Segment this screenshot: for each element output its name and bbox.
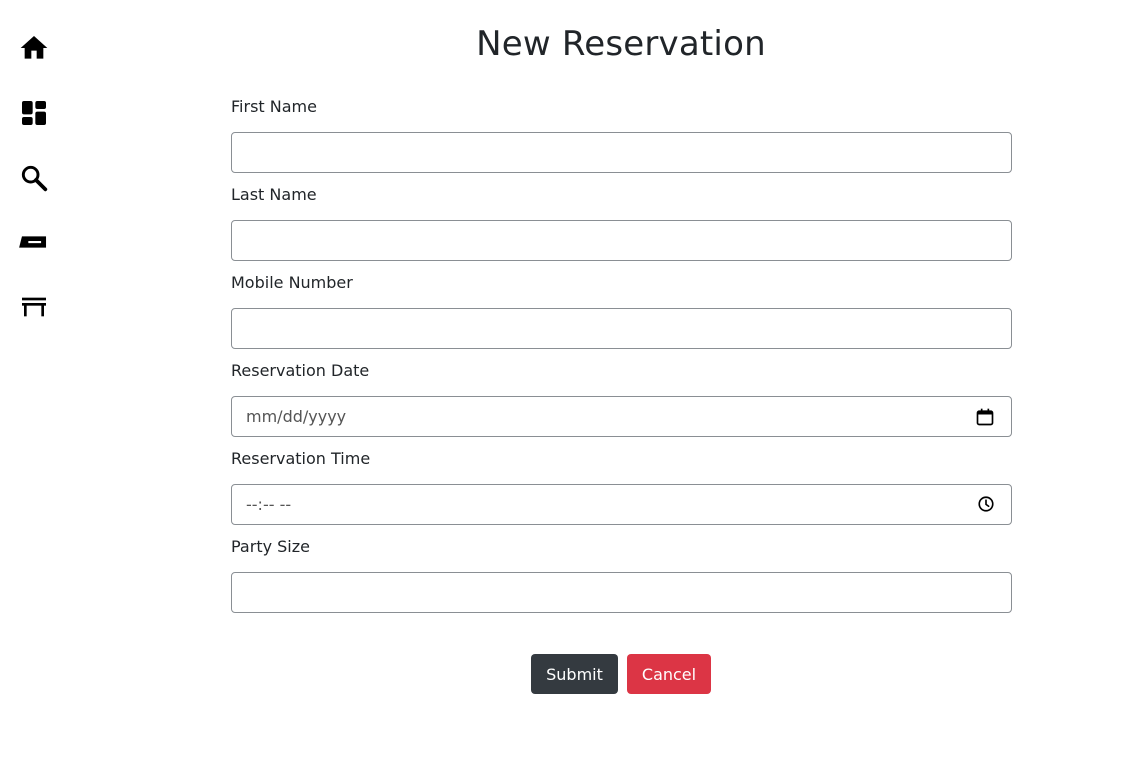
reservation-time-placeholder: --:-- -- xyxy=(246,495,292,514)
reservation-time-input[interactable]: --:-- -- xyxy=(231,484,1012,525)
party-size-label: Party Size xyxy=(231,537,310,556)
party-size-input[interactable] xyxy=(231,572,1012,613)
submit-button[interactable]: Submit xyxy=(531,654,618,694)
cancel-button[interactable]: Cancel xyxy=(627,654,711,694)
ticket-icon xyxy=(19,236,47,248)
page-title: New Reservation xyxy=(476,24,766,64)
reservation-date-placeholder: mm/dd/yyyy xyxy=(246,407,347,426)
reservation-date-input[interactable]: mm/dd/yyyy xyxy=(231,396,1012,437)
sidebar-nav xyxy=(0,0,70,765)
search-icon xyxy=(21,165,48,192)
last-name-group: Last Name xyxy=(231,185,1012,261)
reservation-date-group: Reservation Date mm/dd/yyyy xyxy=(231,361,1012,437)
party-size-group: Party Size xyxy=(231,537,1012,613)
mobile-group: Mobile Number xyxy=(231,273,1012,349)
sidebar-item-dashboard[interactable] xyxy=(14,93,54,133)
dashboard-icon xyxy=(22,101,46,125)
last-name-input[interactable] xyxy=(231,220,1012,261)
form-actions: Submit Cancel xyxy=(531,654,711,694)
sidebar-item-search[interactable] xyxy=(14,158,54,198)
first-name-input[interactable] xyxy=(231,132,1012,173)
sidebar-item-reservations[interactable] xyxy=(14,222,54,262)
calendar-icon[interactable] xyxy=(975,407,995,431)
mobile-input[interactable] xyxy=(231,308,1012,349)
reservation-date-label: Reservation Date xyxy=(231,361,370,380)
reservation-form: First Name Last Name Mobile Number Reser… xyxy=(231,92,1012,625)
last-name-label: Last Name xyxy=(231,185,317,204)
reservation-time-label: Reservation Time xyxy=(231,449,371,468)
clock-icon[interactable] xyxy=(977,495,995,517)
first-name-label: First Name xyxy=(231,97,317,116)
sidebar-item-tables[interactable] xyxy=(14,287,54,327)
first-name-group: First Name xyxy=(231,97,1012,173)
table-icon xyxy=(22,297,46,317)
mobile-label: Mobile Number xyxy=(231,273,353,292)
reservation-time-group: Reservation Time --:-- -- xyxy=(231,449,1012,525)
